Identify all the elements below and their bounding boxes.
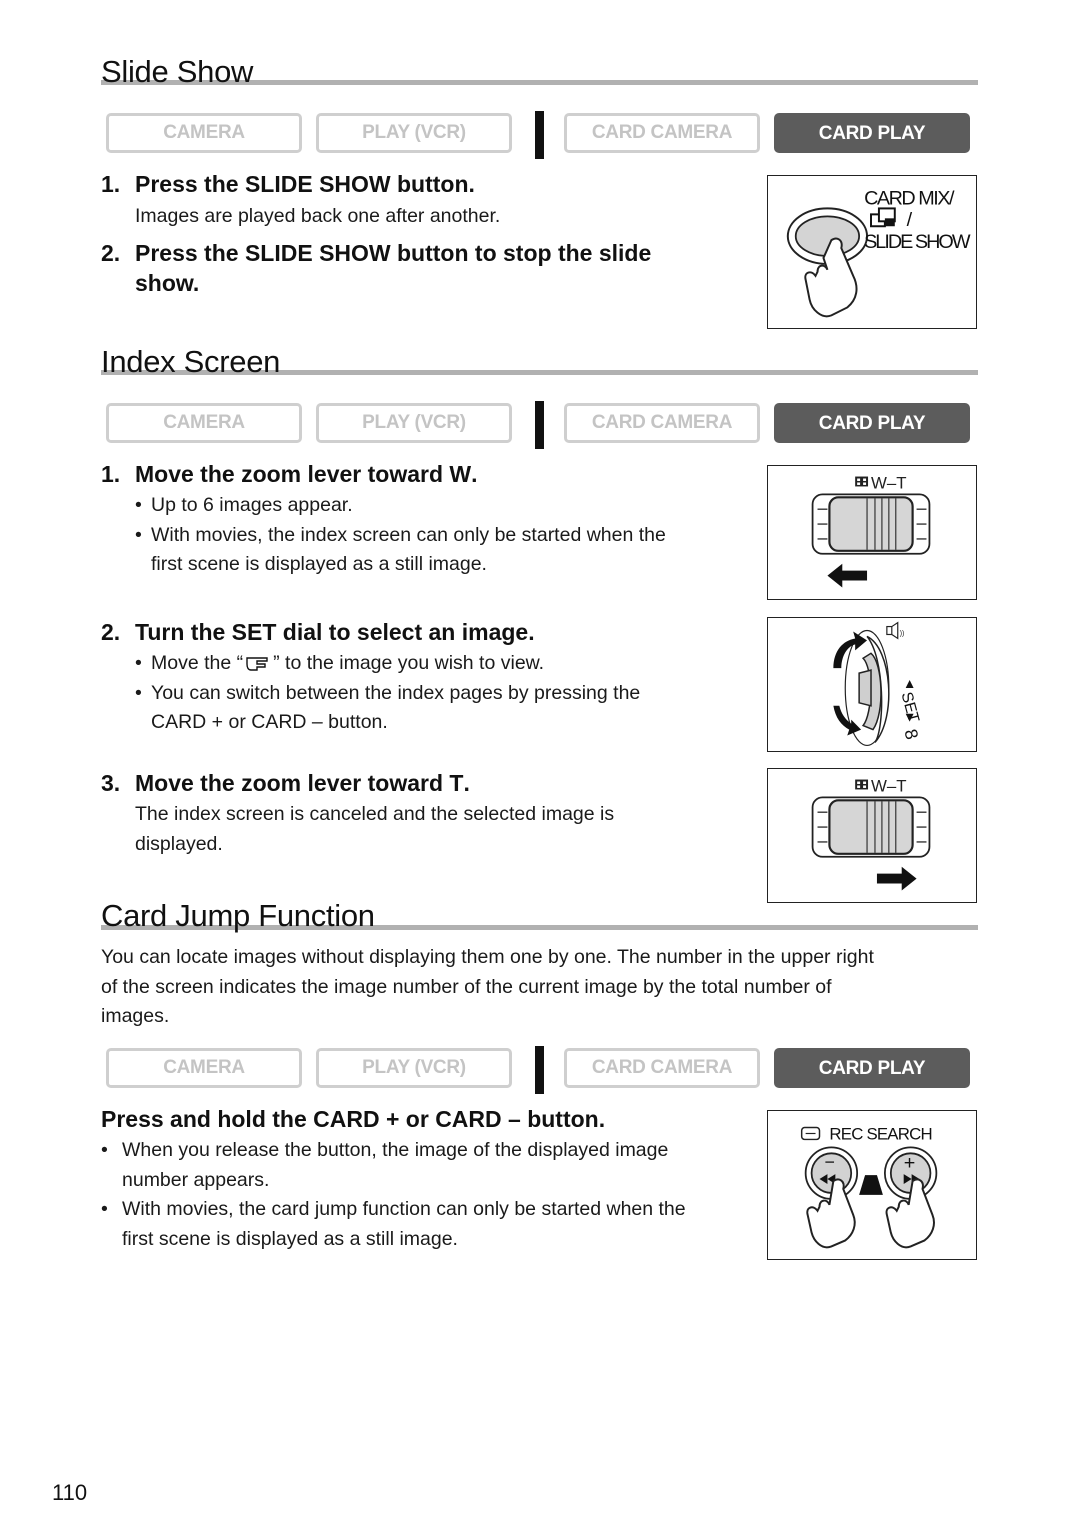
index-icon [855, 476, 869, 487]
mode-card-play: CARD PLAY [774, 1048, 970, 1088]
step-3: 3. Move the zoom lever toward T. [101, 770, 470, 796]
step-text: Move the zoom lever toward [135, 770, 450, 796]
svg-text:−: − [824, 1152, 834, 1172]
step-2: 2. Turn the SET dial to select an image. [101, 617, 535, 647]
mode-camera: CAMERA [106, 1048, 302, 1088]
card-jump-intro: You can locate images without displaying… [101, 946, 874, 1027]
bullet-item: When you release the button, the image o… [101, 1136, 686, 1195]
key-t: T [449, 770, 464, 796]
mode-camera: CAMERA [106, 403, 302, 443]
w-t-label: W–T [871, 473, 907, 492]
card-buttons-svg: REC SEARCH − + [800, 1124, 938, 1249]
bullet-item: Up to 6 images appear. [135, 491, 666, 521]
step-bullets: Move the “” to the image you wish to vie… [135, 649, 640, 738]
bullet-item: You can switch between the index pages b… [135, 679, 640, 738]
step-2: 2. Press the SLIDE SHOW button to stop th… [101, 238, 651, 298]
step-number: 3. [101, 770, 121, 796]
index-icon [855, 779, 869, 790]
mode-card-play: CARD PLAY [774, 403, 970, 443]
step-text: Press the SLIDE SHOW button. [135, 171, 475, 197]
mode-card-camera: CARD CAMERA [564, 1048, 760, 1088]
page-number: 110 [52, 1480, 88, 1505]
step-text: show. [135, 270, 200, 296]
mode-divider [535, 1046, 544, 1094]
mode-divider [535, 111, 544, 159]
slash-label: / [907, 209, 913, 231]
step-text: Turn the SET dial to select an image. [135, 619, 535, 645]
bullet-item: With movies, the index screen can only b… [135, 521, 666, 580]
key-w: W [449, 461, 472, 487]
card-mix-label: CARD MIX/ [864, 187, 955, 209]
mode-bar: CAMERA PLAY (VCR) CARD CAMERA CARD PLAY [106, 1046, 974, 1094]
set-dial-illustration: )) SET 8 [767, 617, 977, 752]
mode-bar: CAMERA PLAY (VCR) CARD CAMERA CARD PLAY [106, 111, 974, 159]
w-t-label: W–T [871, 776, 907, 795]
svg-text:)): )) [900, 630, 905, 637]
zoom-lever-t-illustration: W–T [767, 768, 977, 903]
mode-bar: CAMERA PLAY (VCR) CARD CAMERA CARD PLAY [106, 401, 974, 449]
zoom-lever-w-svg: W–T [811, 473, 931, 588]
step-number: 2. [101, 240, 121, 266]
mode-play-vcr: PLAY (VCR) [316, 1048, 512, 1088]
step-1: 1. Press the SLIDE SHOW button. [101, 169, 475, 199]
rec-search-label: REC SEARCH [829, 1124, 931, 1143]
slide-show-button-illustration: CARD MIX/ / SLIDE SHOW [767, 175, 977, 329]
step-text: Move the zoom lever toward [135, 461, 450, 487]
card-mix-icon [870, 207, 896, 228]
mode-divider [535, 401, 544, 449]
card-jump-step: Press and hold the CARD + or CARD – butt… [101, 1106, 606, 1132]
step-bullets: When you release the button, the image o… [101, 1136, 686, 1254]
left-arrow-icon [827, 563, 868, 588]
svg-text:+: + [904, 1152, 916, 1174]
step-1: 1. Move the zoom lever toward W. [101, 461, 478, 487]
zoom-lever-w-illustration: W–T [767, 465, 977, 600]
section-title-slide-show: Slide Show [101, 54, 254, 89]
step-description: The index screen is canceled and the sel… [135, 803, 615, 855]
set-dial-svg: )) SET 8 [833, 621, 922, 747]
right-arrow-icon [876, 866, 917, 891]
step-description: Images are played back one after another… [135, 205, 501, 227]
bullet-item: Move the “” to the image you wish to vie… [135, 649, 640, 679]
section-title-index-screen: Index Screen [101, 344, 281, 379]
slide-show-button-svg: CARD MIX/ / SLIDE SHOW [786, 187, 973, 318]
zoom-lever [828, 799, 914, 855]
step-bullets: Up to 6 images appear. With movies, the … [135, 491, 666, 580]
volume-icon: )) [886, 621, 905, 640]
svg-text:8: 8 [900, 727, 922, 742]
section-title-card-jump: Card Jump Function [101, 898, 375, 933]
mode-play-vcr: PLAY (VCR) [316, 113, 512, 153]
mode-play-vcr: PLAY (VCR) [316, 403, 512, 443]
pointer-hand-icon [246, 657, 268, 671]
playlist-icon [800, 1126, 821, 1141]
mode-card-play: CARD PLAY [774, 113, 970, 153]
step-number: 1. [101, 461, 121, 487]
step-number: 1. [101, 171, 121, 197]
bullet-item: With movies, the card jump function can … [101, 1195, 686, 1254]
slide-show-label: SLIDE SHOW [864, 231, 971, 253]
step-number: 2. [101, 619, 121, 645]
zoom-lever-t-svg: W–T [811, 776, 931, 891]
mode-camera: CAMERA [106, 113, 302, 153]
card-buttons-illustration: REC SEARCH − + [767, 1110, 977, 1260]
mode-card-camera: CARD CAMERA [564, 113, 760, 153]
zoom-lever [828, 496, 914, 552]
mode-card-camera: CARD CAMERA [564, 403, 760, 443]
step-text: Press the SLIDE SHOW button to stop the … [135, 240, 652, 266]
